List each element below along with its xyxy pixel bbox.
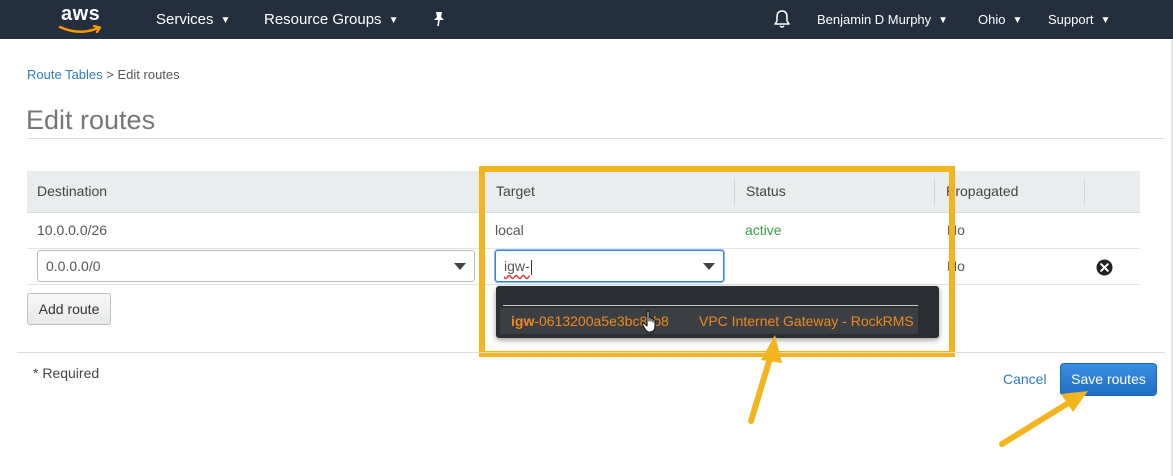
resource-groups-label: Resource Groups bbox=[264, 11, 382, 28]
header-status: Status bbox=[746, 183, 786, 199]
option-id-match: igw bbox=[511, 313, 535, 329]
title-divider bbox=[27, 138, 1165, 139]
row-destination: 10.0.0.0/26 bbox=[37, 222, 108, 238]
page-title: Edit routes bbox=[26, 105, 156, 135]
user-name: Benjamin D Murphy bbox=[817, 12, 932, 27]
dropdown-divider bbox=[503, 305, 918, 306]
save-routes-button[interactable]: Save routes bbox=[1060, 363, 1157, 396]
aws-logo[interactable]: aws bbox=[58, 3, 104, 35]
resource-groups-menu[interactable]: Resource Groups ▼ bbox=[264, 0, 398, 39]
services-label: Services bbox=[156, 11, 214, 28]
target-input-value: igw- bbox=[504, 258, 530, 274]
target-input[interactable]: igw- bbox=[495, 250, 724, 282]
header-destination: Destination bbox=[37, 183, 108, 199]
support-menu[interactable]: Support ▼ bbox=[1048, 0, 1110, 39]
header-divider bbox=[734, 179, 735, 205]
remove-route-icon[interactable] bbox=[1096, 259, 1113, 276]
hand-pointer-icon bbox=[641, 310, 656, 333]
add-route-button[interactable]: Add route bbox=[27, 293, 111, 325]
required-note: * Required bbox=[33, 365, 100, 381]
support-label: Support bbox=[1048, 12, 1094, 27]
header-target: Target bbox=[496, 183, 535, 199]
row-propagated: No bbox=[947, 258, 965, 274]
chevron-down-icon: ▼ bbox=[220, 15, 231, 26]
chevron-down-icon: ▼ bbox=[1012, 15, 1023, 26]
row-propagated: No bbox=[947, 222, 965, 238]
top-nav: aws Services ▼ Resource Groups ▼ Benjamin … bbox=[0, 0, 1173, 39]
chevron-down-icon: ▼ bbox=[388, 15, 399, 26]
destination-select[interactable]: 0.0.0.0/0 bbox=[37, 250, 475, 282]
arrow-to-save-icon bbox=[999, 391, 1088, 447]
footer-divider bbox=[17, 352, 1165, 353]
breadcrumb-route-tables-link[interactable]: Route Tables bbox=[27, 67, 103, 82]
breadcrumb-current: Edit routes bbox=[117, 67, 180, 82]
breadcrumb-separator: > bbox=[106, 67, 114, 82]
aws-smile-icon bbox=[58, 25, 102, 34]
chevron-down-icon bbox=[454, 263, 466, 270]
chevron-down-icon: ▼ bbox=[1100, 15, 1111, 26]
user-menu[interactable]: Benjamin D Murphy ▼ bbox=[817, 0, 948, 39]
arrow-to-dropdown-icon bbox=[748, 335, 782, 424]
option-description: VPC Internet Gateway - RockRMS bbox=[699, 313, 914, 329]
region-label: Ohio bbox=[978, 12, 1006, 27]
bell-icon[interactable] bbox=[773, 9, 791, 29]
header-divider bbox=[1084, 179, 1085, 205]
routes-table-header: Destination Target Status Propagated bbox=[27, 171, 1140, 213]
header-divider bbox=[934, 179, 935, 205]
breadcrumb: Route Tables > Edit routes bbox=[27, 67, 180, 82]
chevron-down-icon bbox=[703, 263, 715, 270]
region-menu[interactable]: Ohio ▼ bbox=[978, 0, 1022, 39]
row-target: local bbox=[495, 222, 524, 238]
table-row: 10.0.0.0/26 local active No bbox=[27, 213, 1140, 249]
services-menu[interactable]: Services ▼ bbox=[156, 0, 230, 39]
cancel-button[interactable]: Cancel bbox=[1003, 371, 1047, 387]
target-dropdown: igw-0613200a5e3bc8 b8 VPC Internet Gatewa… bbox=[496, 286, 939, 338]
header-propagated: Propagated bbox=[946, 183, 1019, 199]
pin-icon[interactable] bbox=[432, 11, 446, 27]
destination-value: 0.0.0.0/0 bbox=[46, 258, 101, 274]
option-id-rest: -0613200a5e3bc8 bbox=[534, 313, 648, 329]
header-divider bbox=[484, 179, 485, 205]
text-caret bbox=[530, 259, 532, 275]
dropdown-option-igw[interactable]: igw-0613200a5e3bc8 b8 VPC Internet Gatewa… bbox=[500, 308, 918, 334]
chevron-down-icon: ▼ bbox=[938, 15, 949, 26]
status-badge: active bbox=[745, 222, 782, 238]
aws-logo-text: aws bbox=[61, 3, 101, 25]
